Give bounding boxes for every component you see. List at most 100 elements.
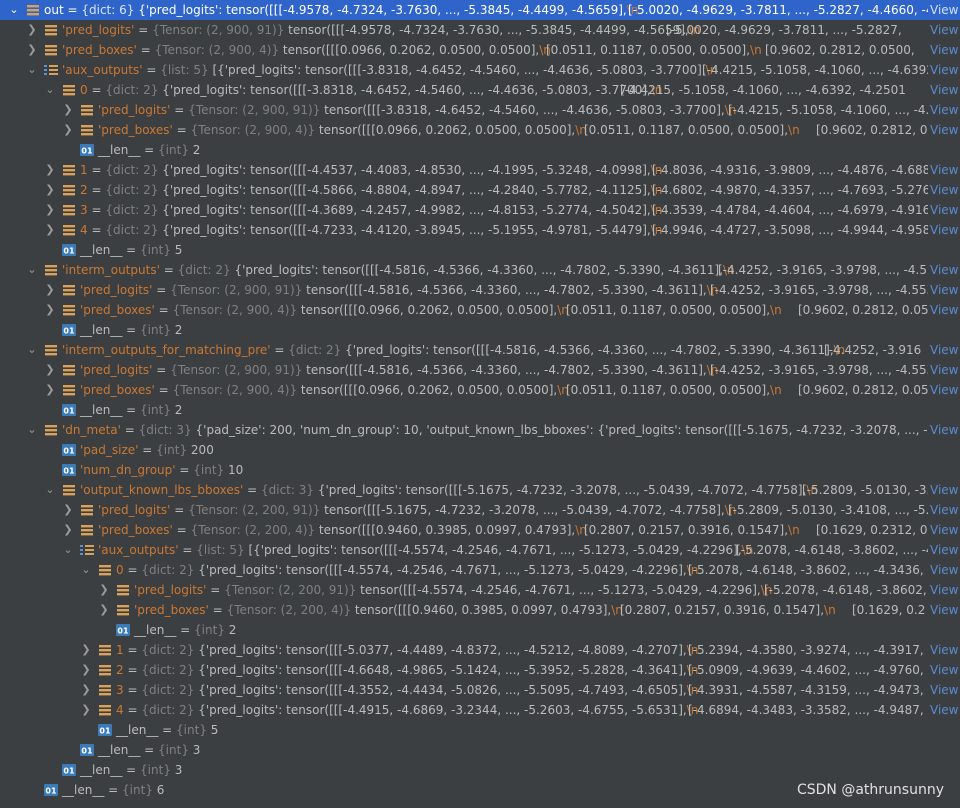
variable-row-len[interactable]: 01 __len__ = {int} 2	[0, 620, 960, 640]
view-link[interactable]: View	[928, 120, 960, 140]
variable-value: {'pred_logits': tensor([[[-5.0377, -4.44…	[198, 643, 699, 657]
chevron-right-icon[interactable]: ❯	[62, 500, 74, 520]
view-link[interactable]: View	[928, 480, 960, 500]
variable-row-pred-logits[interactable]: ❯ 'pred_logits' = {Tensor: (2, 200, 91)} …	[0, 580, 960, 600]
view-link[interactable]: View	[928, 60, 960, 80]
view-link[interactable]: View	[928, 420, 960, 440]
variable-row-len[interactable]: 01 __len__ = {int} 5	[0, 720, 960, 740]
view-link[interactable]: View	[928, 640, 960, 660]
variable-row-1[interactable]: ❯ 1 = {dict: 2} {'pred_logits': tensor([[…	[0, 160, 960, 180]
variable-row-2[interactable]: ❯ 2 = {dict: 2} {'pred_logits': tensor([[…	[0, 180, 960, 200]
variable-row-pred-logits[interactable]: ❯ 'pred_logits' = {Tensor: (2, 900, 91)} …	[0, 280, 960, 300]
view-link[interactable]: View	[928, 660, 960, 680]
chevron-right-icon[interactable]: ❯	[44, 280, 56, 300]
variable-row-0[interactable]: ⌄ 0 = {dict: 2} {'pred_logits': tensor([[…	[0, 80, 960, 100]
view-link[interactable]: View	[928, 300, 960, 320]
view-link[interactable]: View	[928, 680, 960, 700]
variable-row-interm-outputs-for-matching-pre[interactable]: ⌄ 'interm_outputs_for_matching_pre' = {di…	[0, 340, 960, 360]
variable-row-len[interactable]: 01 __len__ = {int} 2	[0, 400, 960, 420]
variable-row-1[interactable]: ❯ 1 = {dict: 2} {'pred_logits': tensor([[…	[0, 640, 960, 660]
variable-row-2[interactable]: ❯ 2 = {dict: 2} {'pred_logits': tensor([[…	[0, 660, 960, 680]
variable-type: {dict: 2}	[141, 663, 195, 677]
variable-row-pred-boxes[interactable]: ❯ 'pred_boxes' = {Tensor: (2, 900, 4)} te…	[0, 40, 960, 60]
variable-row-pred-logits[interactable]: ❯ 'pred_logits' = {Tensor: (2, 900, 91)} …	[0, 360, 960, 380]
variable-row-pad-size[interactable]: 01 'pad_size' = {int} 200	[0, 440, 960, 460]
chevron-right-icon[interactable]: ❯	[44, 300, 56, 320]
view-link[interactable]: View	[928, 380, 960, 400]
view-link[interactable]: View	[928, 220, 960, 240]
variable-row-dn-meta[interactable]: ⌄ 'dn_meta' = {dict: 3} {'pad_size': 200,…	[0, 420, 960, 440]
view-link[interactable]: View	[928, 560, 960, 580]
view-link[interactable]: View	[928, 160, 960, 180]
view-link[interactable]: View	[928, 520, 960, 540]
chevron-right-icon[interactable]: ❯	[44, 360, 56, 380]
variable-row-pred-logits[interactable]: ❯ 'pred_logits' = {Tensor: (2, 200, 91)} …	[0, 500, 960, 520]
chevron-down-icon[interactable]: ⌄	[26, 60, 38, 80]
variable-row-output-known-lbs-bboxes[interactable]: ⌄ 'output_known_lbs_bboxes' = {dict: 3} {…	[0, 480, 960, 500]
chevron-down-icon[interactable]: ⌄	[26, 420, 38, 440]
chevron-down-icon[interactable]: ⌄	[8, 0, 20, 20]
view-link[interactable]: View	[928, 260, 960, 280]
chevron-down-icon[interactable]: ⌄	[80, 560, 92, 580]
chevron-right-icon[interactable]: ❯	[44, 200, 56, 220]
view-link[interactable]: View	[928, 580, 960, 600]
chevron-down-icon[interactable]: ⌄	[44, 480, 56, 500]
variable-row-len[interactable]: 01 __len__ = {int} 2	[0, 140, 960, 160]
view-link[interactable]: View	[928, 360, 960, 380]
chevron-right-icon[interactable]: ❯	[80, 680, 92, 700]
variable-row-interm-outputs[interactable]: ⌄ 'interm_outputs' = {dict: 2} {'pred_log…	[0, 260, 960, 280]
variable-row-len[interactable]: 01 __len__ = {int} 2	[0, 320, 960, 340]
chevron-right-icon[interactable]: ❯	[44, 180, 56, 200]
view-link[interactable]: View	[928, 80, 960, 100]
chevron-right-icon[interactable]: ❯	[98, 580, 110, 600]
chevron-down-icon[interactable]: ⌄	[26, 260, 38, 280]
variable-row-pred-logits[interactable]: ❯ 'pred_logits' = {Tensor: (2, 900, 91)} …	[0, 100, 960, 120]
chevron-right-icon[interactable]: ❯	[44, 380, 56, 400]
view-link[interactable]: View	[928, 20, 960, 40]
view-link[interactable]: View	[928, 180, 960, 200]
view-link[interactable]: View	[928, 500, 960, 520]
variable-row-pred-boxes[interactable]: ❯ 'pred_boxes' = {Tensor: (2, 200, 4)} te…	[0, 600, 960, 620]
chevron-right-icon[interactable]: ❯	[80, 700, 92, 720]
view-link[interactable]: View	[928, 700, 960, 720]
variable-row-aux-outputs[interactable]: ⌄ 'aux_outputs' = {list: 5} [{'pred_logit…	[0, 540, 960, 560]
variable-value: 5	[210, 723, 219, 737]
chevron-right-icon[interactable]: ❯	[44, 220, 56, 240]
variable-row-aux-outputs[interactable]: ⌄ 'aux_outputs' = {list: 5} [{'pred_logit…	[0, 60, 960, 80]
chevron-right-icon[interactable]: ❯	[62, 520, 74, 540]
variable-row-0[interactable]: ⌄ 0 = {dict: 2} {'pred_logits': tensor([[…	[0, 560, 960, 580]
chevron-right-icon[interactable]: ❯	[26, 20, 38, 40]
view-link[interactable]: View	[928, 280, 960, 300]
variable-row-len[interactable]: 01 __len__ = {int} 5	[0, 240, 960, 260]
view-link[interactable]: View	[928, 100, 960, 120]
chevron-right-icon[interactable]: ❯	[80, 640, 92, 660]
variable-row-num-dn-group[interactable]: 01 'num_dn_group' = {int} 10	[0, 460, 960, 480]
view-link[interactable]: View	[928, 40, 960, 60]
view-link[interactable]: View	[928, 0, 960, 20]
chevron-right-icon[interactable]: ❯	[80, 660, 92, 680]
variable-row-4[interactable]: ❯ 4 = {dict: 2} {'pred_logits': tensor([[…	[0, 220, 960, 240]
view-link[interactable]: View	[928, 340, 960, 360]
variable-row-pred-boxes[interactable]: ❯ 'pred_boxes' = {Tensor: (2, 900, 4)} te…	[0, 300, 960, 320]
chevron-down-icon[interactable]: ⌄	[62, 540, 74, 560]
chevron-down-icon[interactable]: ⌄	[44, 80, 56, 100]
variable-row-pred-boxes[interactable]: ❯ 'pred_boxes' = {Tensor: (2, 900, 4)} te…	[0, 380, 960, 400]
chevron-down-icon[interactable]: ⌄	[26, 340, 38, 360]
variable-row-pred-boxes[interactable]: ❯ 'pred_boxes' = {Tensor: (2, 200, 4)} te…	[0, 520, 960, 540]
view-link[interactable]: View	[928, 600, 960, 620]
chevron-right-icon[interactable]: ❯	[62, 100, 74, 120]
variable-row-pred-logits[interactable]: ❯ 'pred_logits' = {Tensor: (2, 900, 91)} …	[0, 20, 960, 40]
variable-row-out[interactable]: ⌄ out = {dict: 6} {'pred_logits': tensor(…	[0, 0, 960, 20]
variable-row-len[interactable]: 01 __len__ = {int} 3	[0, 760, 960, 780]
variable-row-3[interactable]: ❯ 3 = {dict: 2} {'pred_logits': tensor([[…	[0, 200, 960, 220]
variable-row-3[interactable]: ❯ 3 = {dict: 2} {'pred_logits': tensor([[…	[0, 680, 960, 700]
view-link[interactable]: View	[928, 540, 960, 560]
chevron-right-icon[interactable]: ❯	[44, 160, 56, 180]
variable-row-len[interactable]: 01 __len__ = {int} 3	[0, 740, 960, 760]
view-link[interactable]: View	[928, 200, 960, 220]
variable-row-4[interactable]: ❯ 4 = {dict: 2} {'pred_logits': tensor([[…	[0, 700, 960, 720]
chevron-right-icon[interactable]: ❯	[26, 40, 38, 60]
variable-row-pred-boxes[interactable]: ❯ 'pred_boxes' = {Tensor: (2, 900, 4)} te…	[0, 120, 960, 140]
chevron-right-icon[interactable]: ❯	[98, 600, 110, 620]
chevron-right-icon[interactable]: ❯	[62, 120, 74, 140]
